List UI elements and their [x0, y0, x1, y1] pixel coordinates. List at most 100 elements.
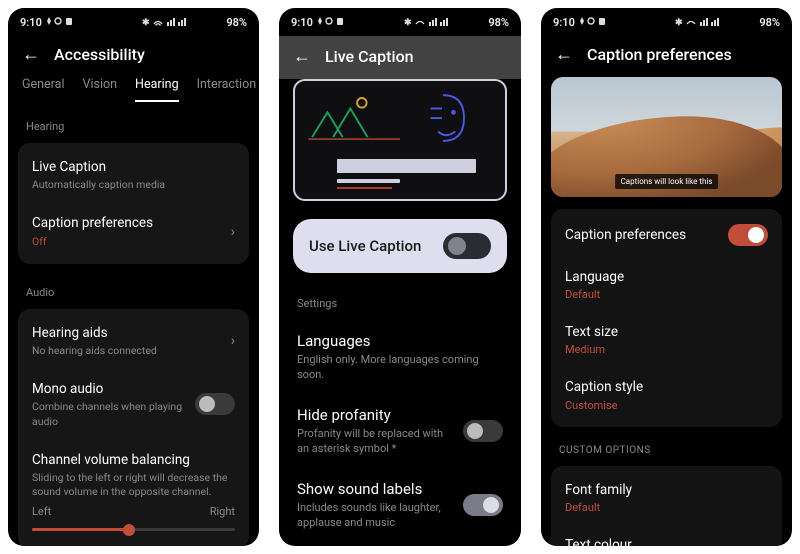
- caption-style-value: Customise: [565, 399, 768, 412]
- caption-style-label: Caption style: [565, 378, 768, 396]
- status-battery: 98%: [488, 16, 509, 29]
- live-caption-sub: Automatically caption media: [32, 178, 235, 192]
- row-mono-audio[interactable]: Mono audio Combine channels when playing…: [18, 369, 249, 440]
- svg-text:✱: ✱: [404, 18, 412, 28]
- row-text-size[interactable]: Text size Medium: [551, 312, 782, 367]
- mono-audio-label: Mono audio: [32, 380, 185, 398]
- sound-labels-toggle[interactable]: [463, 494, 503, 516]
- back-icon[interactable]: ←: [22, 44, 40, 65]
- caption-prefs-label: Caption preferences: [32, 214, 221, 232]
- svg-text:✱: ✱: [675, 18, 683, 28]
- row-caption-style[interactable]: Caption style Customise: [551, 367, 782, 422]
- notification-icons: [579, 16, 613, 28]
- section-custom-options: CUSTOM OPTIONS: [541, 431, 792, 462]
- status-icons: ✱: [142, 16, 222, 28]
- hide-profanity-label: Hide profanity: [297, 405, 453, 425]
- section-hearing: Hearing: [8, 102, 259, 139]
- status-icons: ✱: [404, 16, 484, 28]
- notification-icons: [317, 16, 351, 28]
- cvb-label: Channel volume balancing: [32, 451, 235, 469]
- back-icon[interactable]: ←: [293, 46, 311, 67]
- row-font-family[interactable]: Font family Default: [551, 470, 782, 525]
- hearing-aids-label: Hearing aids: [32, 324, 221, 342]
- screen-caption-preferences: 9:10 ✱ 98% ← Caption preferences: [541, 8, 792, 546]
- languages-label: Languages: [297, 331, 503, 351]
- sound-labels-sub: Includes sounds like laughter, applause …: [297, 501, 453, 531]
- row-sound-labels[interactable]: Show sound labels Includes sounds like l…: [283, 468, 517, 542]
- row-cvb: Channel volume balancing Sliding to the …: [18, 440, 249, 500]
- header: ← Live Caption: [279, 36, 521, 79]
- row-hearing-aids[interactable]: Hearing aids No hearing aids connected ›: [18, 313, 249, 369]
- cvb-slider[interactable]: [32, 528, 235, 531]
- preview-caption-text: Captions will look like this: [615, 174, 719, 189]
- card-custom-options: Font family Default Text colour White Te…: [551, 466, 782, 546]
- slider-right-label: Right: [210, 505, 235, 518]
- font-family-label: Font family: [565, 481, 768, 499]
- slider-left-label: Left: [32, 505, 51, 518]
- hearing-aids-sub: No hearing aids connected: [32, 344, 221, 358]
- tab-general[interactable]: General: [22, 77, 65, 102]
- sound-labels-label: Show sound labels: [297, 479, 453, 499]
- use-live-caption-label: Use Live Caption: [309, 237, 421, 255]
- cvb-sub: Sliding to the left or right will decrea…: [32, 471, 232, 499]
- live-caption-label: Live Caption: [32, 158, 235, 176]
- status-icons: ✱: [675, 16, 755, 28]
- language-label: Language: [565, 268, 768, 286]
- tabs: General Vision Hearing Interaction: [8, 75, 259, 102]
- status-battery: 98%: [759, 16, 780, 29]
- status-time: 9:10: [553, 16, 575, 29]
- screen-accessibility: 9:10 ✱ 98%: [8, 8, 259, 546]
- section-audio: Audio: [8, 268, 259, 305]
- back-icon[interactable]: ←: [555, 44, 573, 65]
- row-hide-profanity[interactable]: Hide profanity Profanity will be replace…: [283, 394, 517, 468]
- text-colour-label: Text colour: [565, 536, 768, 546]
- notification-icons: [46, 16, 80, 28]
- mono-audio-toggle[interactable]: [195, 393, 235, 415]
- page-title: Caption preferences: [587, 45, 732, 64]
- row-languages[interactable]: Languages English only. More languages c…: [283, 320, 517, 394]
- chevron-right-icon: ›: [231, 333, 235, 349]
- mono-audio-sub: Combine channels when playing audio: [32, 400, 185, 428]
- use-live-caption-card[interactable]: Use Live Caption: [293, 219, 507, 273]
- language-value: Default: [565, 288, 768, 301]
- card-caption-main: Caption preferences Language Default Tex…: [551, 209, 782, 427]
- caption-prefs-master-label: Caption preferences: [565, 226, 718, 244]
- row-caption-preferences[interactable]: Caption preferences Off ›: [18, 203, 249, 259]
- chevron-right-icon: ›: [231, 224, 235, 240]
- section-settings: Settings: [279, 279, 521, 316]
- row-caption-prefs-master[interactable]: Caption preferences: [551, 213, 782, 257]
- status-battery: 98%: [226, 16, 247, 29]
- font-family-value: Default: [565, 501, 768, 514]
- caption-preview-image: Captions will look like this: [551, 77, 782, 197]
- row-live-caption[interactable]: Live Caption Automatically caption media: [18, 147, 249, 203]
- caption-prefs-value: Off: [32, 235, 221, 249]
- page-title: Accessibility: [54, 45, 145, 64]
- preview-illustration-icon: [295, 81, 505, 199]
- page-title: Live Caption: [325, 47, 414, 66]
- slider-labels: Left Right: [18, 499, 249, 518]
- text-size-value: Medium: [565, 343, 768, 356]
- screen-live-caption: 9:10 ✱ 98% ← Live Caption: [279, 8, 521, 546]
- row-lc-volume[interactable]: Live Caption in volume control: [283, 542, 517, 546]
- header: ← Caption preferences: [541, 36, 792, 71]
- hide-profanity-sub: Profanity will be replaced with an aster…: [297, 427, 453, 457]
- row-language[interactable]: Language Default: [551, 257, 782, 312]
- tab-vision[interactable]: Vision: [83, 77, 118, 102]
- languages-sub: English only. More languages coming soon…: [297, 353, 503, 383]
- card-hearing: Live Caption Automatically caption media…: [18, 143, 249, 264]
- tab-interaction[interactable]: Interaction: [197, 77, 257, 102]
- use-live-caption-toggle[interactable]: [443, 233, 491, 259]
- card-audio: Hearing aids No hearing aids connected ›…: [18, 309, 249, 546]
- row-text-colour[interactable]: Text colour White: [551, 525, 782, 546]
- caption-prefs-toggle[interactable]: [728, 224, 768, 246]
- svg-text:✱: ✱: [142, 18, 150, 28]
- status-bar: 9:10 ✱ 98%: [541, 8, 792, 36]
- header: ← Accessibility: [8, 36, 259, 75]
- status-time: 9:10: [291, 16, 313, 29]
- caption-preview: [279, 79, 521, 201]
- hide-profanity-toggle[interactable]: [463, 420, 503, 442]
- tab-hearing[interactable]: Hearing: [135, 77, 179, 102]
- status-time: 9:10: [20, 16, 42, 29]
- status-bar: 9:10 ✱ 98%: [279, 8, 521, 36]
- status-bar: 9:10 ✱ 98%: [8, 8, 259, 36]
